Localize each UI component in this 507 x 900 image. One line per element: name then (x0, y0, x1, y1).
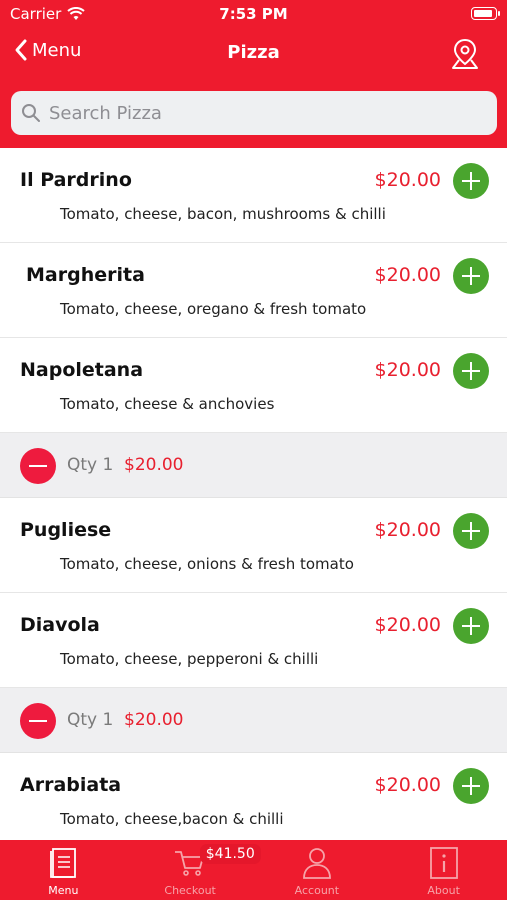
tab-menu[interactable]: Menu (0, 840, 127, 900)
add-button[interactable] (453, 258, 489, 294)
item-description: Tomato, cheese, pepperoni & chilli (60, 650, 319, 668)
tab-label: Account (294, 884, 340, 897)
item-name: Arrabiata (20, 774, 122, 796)
location-button[interactable] (449, 37, 481, 71)
item-name: Pugliese (20, 519, 112, 541)
quantity-row: Qty 1 $20.00 (0, 688, 507, 753)
nav-bar: Menu Pizza (0, 28, 507, 80)
status-bar: Carrier 7:53 PM (0, 0, 507, 28)
quantity-row: Qty 1 $20.00 (0, 433, 507, 498)
quantity-price: $20.00 (124, 455, 184, 475)
add-button[interactable] (453, 163, 489, 199)
tab-bar: Menu Checkout $41.50 Account About (0, 840, 507, 900)
search-input[interactable] (49, 102, 469, 124)
item-description: Tomato, cheese,bacon & chilli (60, 810, 284, 828)
item-name: Margherita (26, 264, 145, 286)
list-item[interactable]: Napoletana $20.00 Tomato, cheese & ancho… (0, 338, 507, 433)
quantity-label: Qty 1 (67, 455, 114, 475)
cart-total-badge: $41.50 (199, 844, 261, 864)
item-price: $20.00 (374, 359, 441, 381)
item-name: Il Pardrino (20, 169, 132, 191)
search-box[interactable] (11, 91, 497, 135)
add-button[interactable] (453, 608, 489, 644)
item-price: $20.00 (374, 774, 441, 796)
search-bar-container (0, 80, 507, 148)
item-price: $20.00 (374, 169, 441, 191)
list-item[interactable]: Il Pardrino $20.00 Tomato, cheese, bacon… (0, 148, 507, 243)
quantity-label: Qty 1 (67, 710, 114, 730)
menu-list: Il Pardrino $20.00 Tomato, cheese, bacon… (0, 148, 507, 840)
quantity-price: $20.00 (124, 710, 184, 730)
item-price: $20.00 (374, 519, 441, 541)
battery-icon (471, 7, 500, 20)
item-description: Tomato, cheese, oregano & fresh tomato (60, 300, 367, 318)
list-item[interactable]: Arrabiata $20.00 Tomato, cheese,bacon & … (0, 753, 507, 840)
item-price: $20.00 (374, 614, 441, 636)
item-name: Napoletana (20, 359, 144, 381)
list-item[interactable]: Diavola $20.00 Tomato, cheese, pepperoni… (0, 593, 507, 688)
tab-label: Checkout (164, 884, 216, 897)
list-item[interactable]: Margherita $20.00 Tomato, cheese, oregan… (0, 243, 507, 338)
item-price: $20.00 (374, 264, 441, 286)
tab-checkout[interactable]: Checkout $41.50 (127, 840, 261, 900)
status-time: 7:53 PM (219, 5, 288, 23)
item-description: Tomato, cheese, onions & fresh tomato (60, 555, 354, 573)
add-button[interactable] (453, 768, 489, 804)
person-icon (302, 848, 331, 879)
item-description: Tomato, cheese, bacon, mushrooms & chill… (60, 205, 386, 223)
menu-book-icon (50, 848, 77, 878)
tab-about[interactable]: About (380, 840, 507, 900)
remove-button[interactable] (20, 448, 56, 484)
tab-account[interactable]: Account (254, 840, 381, 900)
info-icon (429, 847, 458, 879)
list-item[interactable]: Pugliese $20.00 Tomato, cheese, onions &… (0, 498, 507, 593)
item-description: Tomato, cheese & anchovies (60, 395, 275, 413)
add-button[interactable] (453, 513, 489, 549)
search-icon (22, 104, 40, 122)
item-name: Diavola (20, 614, 100, 636)
tab-label: About (427, 884, 460, 897)
page-title: Pizza (227, 42, 280, 63)
tab-label: Menu (48, 884, 79, 897)
map-pin-icon (452, 38, 478, 69)
remove-button[interactable] (20, 703, 56, 739)
add-button[interactable] (453, 353, 489, 389)
